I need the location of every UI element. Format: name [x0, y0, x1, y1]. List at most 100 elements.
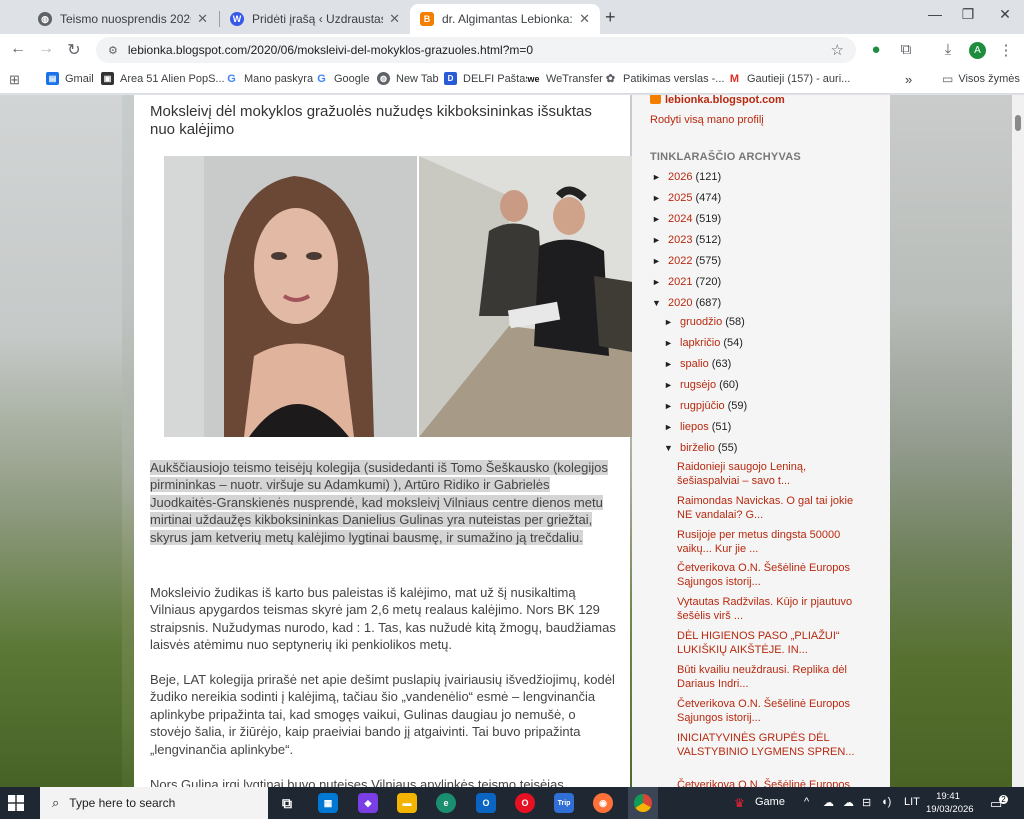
background-landscape-right	[890, 95, 1012, 787]
taskbar-search-box[interactable]: ⌕ Type here to search	[40, 787, 268, 819]
archive-post-link[interactable]: Raidonieji saugojo Leniną, šešiaspalviai…	[677, 460, 857, 488]
onedrive-icon[interactable]: ☁	[823, 796, 834, 809]
expand-triangle-icon[interactable]: ►	[664, 401, 680, 411]
archive-month-gruodzio[interactable]: ► gruodžio (58)	[664, 316, 745, 328]
tab-3-active[interactable]: B dr. Algimantas Lebionka: Moksle ✕	[410, 4, 600, 34]
grammarly-icon[interactable]: ●	[866, 41, 886, 58]
archive-month-birzelio[interactable]: ▼ birželio (55)	[664, 442, 737, 454]
bookmark-patikimas[interactable]: ✿ Patikimas verslas -...	[604, 72, 724, 85]
system-clock[interactable]: 19:41 19/03/2026	[926, 790, 974, 816]
bookmark-mano-paskyra[interactable]: G Mano paskyra	[225, 72, 313, 85]
chrome-active-icon[interactable]	[628, 787, 658, 819]
collapse-triangle-icon[interactable]: ▼	[664, 443, 680, 453]
archive-year-2024[interactable]: ► 2024 (519)	[652, 213, 721, 225]
expand-triangle-icon[interactable]: ►	[664, 338, 680, 348]
all-bookmarks-folder[interactable]: ▭ Visos žymės	[942, 72, 1020, 86]
expand-triangle-icon[interactable]: ►	[652, 256, 668, 266]
close-window-button[interactable]: ✕	[990, 6, 1020, 23]
expand-triangle-icon[interactable]: ►	[664, 359, 680, 369]
expand-triangle-icon[interactable]: ►	[664, 422, 680, 432]
post-photo-girl[interactable]	[164, 156, 417, 437]
volume-icon[interactable]: ◖)	[881, 796, 891, 808]
archive-post-link[interactable]: Četverikova O.N. Šešėlinė Europos Sąjung…	[677, 561, 857, 589]
bookmark-wetransfer[interactable]: we WeTransfer	[527, 72, 603, 85]
archive-post-link[interactable]: Vytautas Radžvilas. Kūjo ir pjautuvo šeš…	[677, 595, 857, 623]
expand-triangle-icon[interactable]: ►	[652, 214, 668, 224]
tab-1[interactable]: ◍ Teismo nuosprendis 2026-03-19 ✕	[28, 4, 218, 34]
microsoft-store-icon[interactable]: ▦	[318, 793, 338, 813]
archive-year-2021[interactable]: ► 2021 (720)	[652, 276, 721, 288]
close-tab-icon[interactable]: ✕	[197, 11, 208, 27]
cloud-sync-icon[interactable]: ☁	[843, 796, 854, 809]
collapse-triangle-icon[interactable]: ▼	[652, 298, 668, 308]
profile-avatar[interactable]: A	[969, 42, 986, 59]
expand-triangle-icon[interactable]: ►	[652, 277, 668, 287]
show-hidden-icons-chevron-icon[interactable]: ^	[804, 796, 809, 808]
reload-button[interactable]: ↻	[63, 40, 85, 60]
expand-triangle-icon[interactable]: ►	[652, 235, 668, 245]
bookmark-delfi[interactable]: D DELFI Paštas	[444, 72, 531, 85]
expand-triangle-icon[interactable]: ►	[652, 193, 668, 203]
game-icon[interactable]: ♛	[734, 796, 745, 810]
archive-month-liepos[interactable]: ► liepos (51)	[664, 421, 731, 433]
game-label[interactable]: Game	[755, 796, 785, 808]
archive-year-2022[interactable]: ► 2022 (575)	[652, 255, 721, 267]
firefox-icon[interactable]: ◉	[593, 793, 613, 813]
scrollbar-thumb[interactable]	[1015, 115, 1021, 131]
bookmark-area51[interactable]: ▣ Area 51 Alien PopS...	[101, 72, 225, 85]
archive-year-2023[interactable]: ► 2023 (512)	[652, 234, 721, 246]
archive-post-link[interactable]: DĖL HIGIENOS PASO „PLIAŽUI“ LUKIŠKIŲ AIK…	[677, 629, 857, 657]
expand-triangle-icon[interactable]: ►	[664, 380, 680, 390]
archive-post-link[interactable]: Raimondas Navickas. O gal tai jokie NE v…	[677, 494, 857, 522]
archive-month-rugpjucio[interactable]: ► rugpjūčio (59)	[664, 400, 747, 412]
archive-month-rugsejo[interactable]: ► rugsėjo (60)	[664, 379, 739, 391]
language-indicator[interactable]: LIT	[904, 796, 920, 808]
blog-name-link[interactable]: lebionka.blogspot.com	[650, 95, 785, 106]
forward-button[interactable]: →	[35, 40, 57, 58]
more-bookmarks-button[interactable]: »	[905, 72, 912, 87]
archive-post-link[interactable]: Rusijoje per metus dingsta 50000 vaikų..…	[677, 528, 857, 556]
archive-post-link[interactable]: INICIATYVINĖS GRUPĖS DĖL VALSTYBINIO LYG…	[677, 731, 857, 759]
extensions-icon[interactable]: ⧉	[896, 41, 916, 58]
site-info-icon[interactable]: ⚙	[108, 44, 118, 57]
task-view-icon[interactable]: ⧉	[277, 793, 297, 813]
bookmark-gmail-inbox[interactable]: M Gautieji (157) - auri...	[728, 72, 850, 85]
bookmark-google[interactable]: G Google	[315, 72, 369, 85]
view-profile-link[interactable]: Rodyti visą mano profilį	[650, 114, 764, 126]
archive-year-2020[interactable]: ▼ 2020 (687)	[652, 297, 721, 309]
bookmark-star-icon[interactable]: ☆	[831, 41, 844, 59]
archive-post-link[interactable]: Četverikova O.N. Šešėlinė Europos	[677, 778, 857, 787]
trip-icon[interactable]: Trip	[554, 793, 574, 813]
close-tab-icon[interactable]: ✕	[389, 11, 400, 27]
windows-start-icon[interactable]	[8, 795, 24, 811]
page-scrollbar[interactable]	[1012, 95, 1024, 787]
menu-icon[interactable]: ⋮	[996, 41, 1016, 59]
network-icon[interactable]: ⊟	[862, 796, 871, 809]
archive-post-link[interactable]: Būti kvailiu neuždrausi. Replika dėl Dar…	[677, 663, 857, 691]
close-tab-icon[interactable]: ✕	[579, 11, 590, 27]
clipchamp-icon[interactable]: ◆	[358, 793, 378, 813]
archive-month-spalio[interactable]: ► spalio (63)	[664, 358, 731, 370]
archive-month-lapkricio[interactable]: ► lapkričio (54)	[664, 337, 743, 349]
restore-button[interactable]: ❐	[953, 6, 983, 23]
minimize-button[interactable]: —	[920, 6, 950, 22]
file-explorer-icon[interactable]: ▬	[397, 793, 417, 813]
edge-icon[interactable]: e	[436, 793, 456, 813]
back-button[interactable]: ←	[7, 40, 29, 58]
new-tab-button[interactable]: +	[605, 7, 616, 28]
tab-2[interactable]: W Pridėti įrašą ‹ Uzdraustas.com — ✕	[220, 4, 410, 34]
expand-triangle-icon[interactable]: ►	[652, 172, 668, 182]
address-bar[interactable]: ⚙ lebionka.blogspot.com/2020/06/moksleiv…	[96, 37, 856, 63]
bookmark-new-tab[interactable]: ◍ New Tab	[377, 72, 439, 85]
archive-year-2026[interactable]: ► 2026 (121)	[652, 171, 721, 183]
archive-heading: TINKLARAŠČIO ARCHYVAS	[650, 151, 801, 163]
archive-post-link[interactable]: Četverikova O.N. Šešėlinė Europos Sąjung…	[677, 697, 857, 725]
notification-icon[interactable]: ▭2	[990, 795, 1011, 812]
apps-icon[interactable]: ⊞	[9, 72, 20, 88]
opera-icon[interactable]: O	[515, 793, 535, 813]
archive-year-2025[interactable]: ► 2025 (474)	[652, 192, 721, 204]
download-icon[interactable]: ⤓	[938, 41, 958, 58]
expand-triangle-icon[interactable]: ►	[664, 317, 680, 327]
bookmark-gmail[interactable]: ▤ Gmail	[46, 72, 94, 85]
outlook-icon[interactable]: O	[476, 793, 496, 813]
